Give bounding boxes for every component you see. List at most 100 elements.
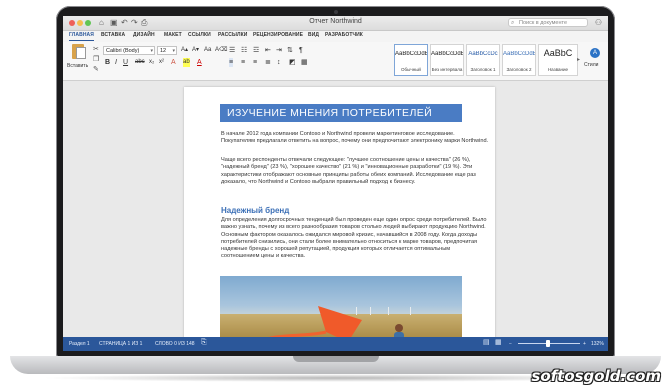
document-page[interactable]: ИЗУЧЕНИЕ МНЕНИЯ ПОТРЕБИТЕЛЕЙ В начале 20…	[184, 87, 495, 351]
ribbon-tabs: ГЛАВНАЯ ВСТАВКА ДИЗАЙН МАКЕТ ССЫЛКИ РАСС…	[63, 31, 608, 42]
tab-view[interactable]: ВИД	[308, 32, 319, 38]
font-name-dropdown[interactable]: Calibri (Body) ▾	[103, 46, 155, 55]
show-marks-icon[interactable]: ¶	[299, 46, 303, 55]
clipboard-icon	[72, 44, 86, 59]
paragraph-intro: В начале 2012 года компании Contoso и No…	[221, 131, 489, 145]
laptop-lid: ⌂ ▣ ↶ ↷ ⎙ Отчет Northwind ⌕ Поиск в доку…	[56, 6, 615, 358]
style-sample: AaBbCcDdEe	[431, 51, 463, 57]
copy-icon[interactable]: ❐	[93, 56, 99, 64]
font-size-value: 12	[160, 48, 167, 54]
style-name: Название	[547, 67, 569, 72]
search-input[interactable]: ⌕ Поиск в документе	[508, 18, 588, 27]
ribbon: Вставить ✂ ❐ ✎ Calibri (Body) ▾ 12 ▾ A▴ …	[63, 42, 608, 81]
section-indicator[interactable]: Раздел 1	[69, 340, 90, 348]
tab-developer[interactable]: РАЗРАБОТЧИК	[325, 32, 363, 38]
web-layout-icon[interactable]: ▦	[495, 339, 502, 347]
style-normal[interactable]: AaBbCcDdEe Обычный	[394, 44, 428, 76]
bold-icon[interactable]: B	[105, 58, 110, 67]
zoom-in-icon[interactable]: +	[583, 340, 586, 348]
justify-icon[interactable]: ≣	[265, 58, 271, 67]
styles-pane-icon: A	[590, 48, 600, 58]
styles-pane-button[interactable]: A Стили	[583, 46, 607, 76]
line-spacing-icon[interactable]: ↕	[277, 58, 281, 67]
subheading: Надежный бренд	[221, 206, 290, 215]
document-heading: ИЗУЧЕНИЕ МНЕНИЯ ПОТРЕБИТЕЛЕЙ	[227, 107, 433, 119]
font-size-dropdown[interactable]: 12 ▾	[157, 46, 177, 55]
heading-box: ИЗУЧЕНИЕ МНЕНИЯ ПОТРЕБИТЕЛЕЙ	[220, 104, 462, 122]
highlight-icon[interactable]: ab	[183, 58, 190, 67]
search-placeholder: Поиск в документе	[519, 20, 568, 26]
align-right-icon[interactable]: ≡	[253, 58, 257, 67]
italic-icon[interactable]: I	[115, 58, 117, 67]
style-sample: AaBbCcDdE	[503, 51, 535, 57]
shading-icon[interactable]: ◩	[289, 58, 296, 67]
text-effects-icon[interactable]: A	[171, 58, 176, 67]
align-center-icon[interactable]: ≡	[241, 58, 245, 67]
style-title[interactable]: AaBbC Название	[538, 44, 578, 76]
paragraph-brand: Для определения долгосрочных тенденций б…	[221, 217, 487, 260]
underline-icon[interactable]: U	[123, 58, 128, 67]
change-case-icon[interactable]: Aa	[204, 46, 211, 55]
tab-review[interactable]: РЕЦЕНЗИРОВАНИЕ	[253, 32, 303, 38]
strikethrough-icon[interactable]: abc	[135, 58, 145, 67]
wind-turbine	[388, 307, 389, 315]
zoom-level[interactable]: 132%	[591, 340, 604, 348]
paste-label: Вставить	[67, 63, 89, 69]
style-heading-1[interactable]: AaBbCcDc Заголовок 1	[466, 44, 500, 76]
proofing-icon[interactable]: ⎘	[201, 339, 207, 347]
numbering-icon[interactable]: ☷	[241, 46, 247, 55]
word-window: ⌂ ▣ ↶ ↷ ⎙ Отчет Northwind ⌕ Поиск в доку…	[63, 16, 608, 351]
tab-references[interactable]: ССЫЛКИ	[188, 32, 211, 38]
watermark-logo: softosgold.com	[531, 367, 661, 385]
tab-insert[interactable]: ВСТАВКА	[101, 32, 125, 38]
bullets-icon[interactable]: ☰	[229, 46, 235, 55]
title-bar: ⌂ ▣ ↶ ↷ ⎙ Отчет Northwind ⌕ Поиск в доку…	[63, 16, 608, 31]
page-indicator[interactable]: СТРАНИЦА 1 ИЗ 1	[99, 340, 142, 348]
tab-design[interactable]: ДИЗАЙН	[133, 32, 155, 38]
print-layout-icon[interactable]: ▤	[483, 339, 490, 347]
sort-icon[interactable]: ⇅	[287, 46, 293, 55]
style-name: Заголовок 1	[470, 67, 496, 72]
multilevel-list-icon[interactable]: ☲	[253, 46, 259, 55]
chevron-down-icon: ▾	[150, 48, 153, 54]
style-no-spacing[interactable]: AaBbCcDdEe Без интервала	[430, 44, 464, 76]
laptop-notch	[292, 356, 379, 362]
word-count[interactable]: СЛОВО 0 ИЗ 148	[155, 340, 195, 348]
gallery-next-icon[interactable]: ▸	[577, 56, 580, 63]
document-canvas[interactable]: ИЗУЧЕНИЕ МНЕНИЯ ПОТРЕБИТЕЛЕЙ В начале 20…	[63, 81, 608, 351]
shrink-font-icon[interactable]: A▾	[192, 46, 199, 55]
paragraph-results: Чаще всего респонденты отвечали следующе…	[221, 157, 476, 185]
font-name-value: Calibri (Body)	[106, 48, 140, 54]
share-icon[interactable]: ⚇	[595, 18, 602, 27]
style-sample: AaBbCcDdEe	[395, 51, 427, 57]
font-color-icon[interactable]: A	[197, 58, 202, 67]
style-name: Заголовок 2	[506, 67, 532, 72]
align-left-icon[interactable]: ≡	[229, 58, 234, 67]
style-heading-2[interactable]: AaBbCcDdE Заголовок 2	[502, 44, 536, 76]
wind-turbine	[410, 307, 411, 315]
grow-font-icon[interactable]: A▴	[181, 46, 188, 55]
styles-gallery: AaBbCcDdEe Обычный AaBbCcDdEe Без интерв…	[394, 44, 584, 76]
child-head	[395, 324, 403, 332]
subscript-icon[interactable]: x₂	[149, 58, 154, 67]
increase-indent-icon[interactable]: ⇥	[276, 46, 282, 55]
tab-home[interactable]: ГЛАВНАЯ	[69, 32, 94, 41]
style-name: Обычный	[401, 67, 421, 72]
style-name: Без интервала	[431, 67, 463, 72]
camera	[333, 10, 338, 14]
cut-icon[interactable]: ✂	[93, 46, 99, 54]
format-painter-icon[interactable]: ✎	[93, 66, 99, 74]
zoom-out-icon[interactable]: −	[509, 340, 512, 348]
decrease-indent-icon[interactable]: ⇤	[265, 46, 271, 55]
tab-layout[interactable]: МАКЕТ	[164, 32, 182, 38]
status-bar: Раздел 1 СТРАНИЦА 1 ИЗ 1 СЛОВО 0 ИЗ 148 …	[63, 337, 608, 351]
superscript-icon[interactable]: x²	[159, 58, 164, 67]
borders-icon[interactable]: ▦	[301, 58, 308, 67]
tab-mailings[interactable]: РАССЫЛКИ	[218, 32, 247, 38]
zoom-slider-knob[interactable]	[546, 340, 550, 347]
search-icon: ⌕	[511, 20, 515, 26]
style-sample: AaBbCcDc	[468, 51, 498, 57]
styles-pane-label: Стили	[584, 62, 599, 68]
paste-button[interactable]: Вставить	[67, 44, 89, 74]
clear-format-icon[interactable]: A⌫	[215, 46, 228, 55]
